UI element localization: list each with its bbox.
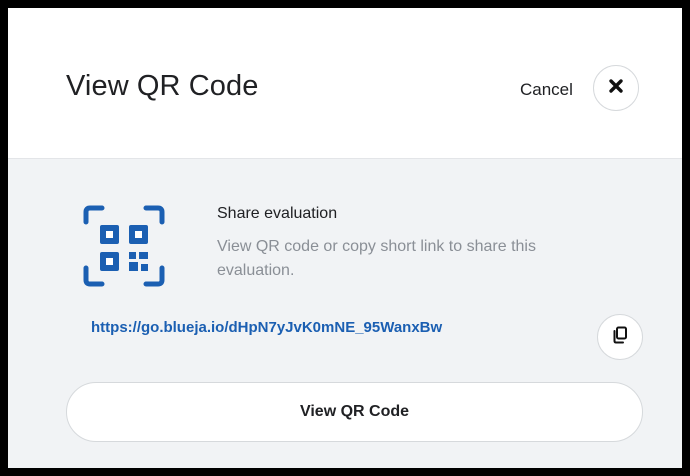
cancel-button[interactable]: Cancel bbox=[520, 80, 573, 100]
copy-link-button[interactable] bbox=[597, 314, 643, 360]
close-button[interactable] bbox=[593, 65, 639, 111]
short-link[interactable]: https://go.blueja.io/dHpN7yJvK0mNE_95Wan… bbox=[91, 319, 442, 336]
share-description: View QR code or copy short link to share… bbox=[217, 238, 536, 279]
copy-icon bbox=[612, 326, 628, 349]
qr-code-icon bbox=[82, 204, 166, 288]
dialog-header: View QR Code Cancel bbox=[8, 8, 682, 159]
dialog-body: Share evaluation View QR code or copy sh… bbox=[8, 159, 682, 468]
share-title: Share evaluation bbox=[217, 205, 338, 222]
view-qr-code-button[interactable]: View QR Code bbox=[66, 382, 643, 442]
qr-code-dialog: View QR Code Cancel Share evaluation Vie… bbox=[0, 0, 690, 476]
dialog-title: View QR Code bbox=[66, 70, 259, 102]
close-icon bbox=[608, 78, 624, 99]
